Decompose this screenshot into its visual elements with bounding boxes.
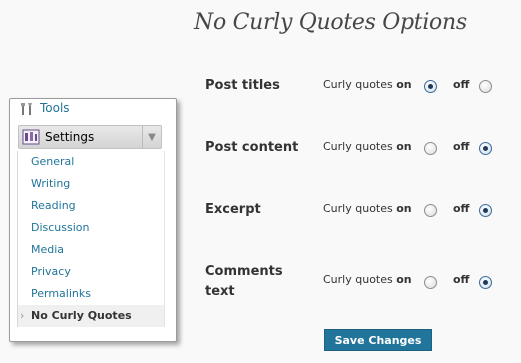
option-off-text-post-titles: off <box>453 78 470 91</box>
radio-excerpt-off[interactable] <box>479 204 492 217</box>
save-changes-button[interactable]: Save Changes <box>324 329 432 351</box>
option-label-excerpt: Excerpt <box>205 202 261 217</box>
submenu-item-no-curly-quotes-label: No Curly Quotes <box>31 309 132 322</box>
submenu-item-privacy[interactable]: Privacy <box>18 261 164 283</box>
radio-post-titles-on[interactable] <box>424 80 437 93</box>
option-label-comments-line2: text <box>205 284 235 299</box>
submenu-item-general[interactable]: General <box>18 151 164 173</box>
radio-post-content-off[interactable] <box>479 142 492 155</box>
option-on-prefix: Curly quotes <box>323 202 393 215</box>
option-label-post-content: Post content <box>205 140 299 155</box>
option-on-word: on <box>396 78 412 91</box>
current-page-marker-icon: › <box>20 309 25 322</box>
submenu-item-reading[interactable]: Reading <box>18 195 164 217</box>
option-label-post-titles: Post titles <box>205 78 280 93</box>
option-on-word: on <box>396 140 412 153</box>
option-on-text-post-titles: Curly quotes on <box>323 78 412 91</box>
option-on-word: on <box>396 202 412 215</box>
radio-post-titles-off[interactable] <box>479 80 492 93</box>
option-on-word: on <box>396 273 412 286</box>
menu-item-tools[interactable]: Tools <box>20 99 70 117</box>
submenu-item-no-curly-quotes[interactable]: › No Curly Quotes <box>18 305 164 327</box>
collapse-toggle-icon[interactable]: ▼ <box>142 126 161 148</box>
settings-icon <box>22 129 40 145</box>
submenu-item-discussion[interactable]: Discussion <box>18 217 164 239</box>
option-off-text-comments: off <box>453 273 470 286</box>
menu-item-settings-label: Settings <box>45 130 95 144</box>
radio-comments-off[interactable] <box>479 276 492 289</box>
option-on-text-comments: Curly quotes on <box>323 273 412 286</box>
option-on-prefix: Curly quotes <box>323 273 393 286</box>
option-label-comments-line1: Comments <box>205 264 283 279</box>
settings-submenu: General Writing Reading Discussion Media… <box>17 151 165 327</box>
option-off-text-post-content: off <box>453 140 470 153</box>
option-on-text-post-content: Curly quotes on <box>323 140 412 153</box>
option-on-prefix: Curly quotes <box>323 140 393 153</box>
option-on-text-excerpt: Curly quotes on <box>323 202 412 215</box>
option-off-text-excerpt: off <box>453 202 470 215</box>
menu-item-tools-label: Tools <box>40 101 70 115</box>
radio-comments-on[interactable] <box>424 276 437 289</box>
option-on-prefix: Curly quotes <box>323 78 393 91</box>
radio-post-content-on[interactable] <box>424 142 437 155</box>
page-title: No Curly Quotes Options <box>194 10 467 35</box>
menu-item-settings[interactable]: Settings ▼ <box>18 125 162 149</box>
submenu-item-permalinks[interactable]: Permalinks <box>18 283 164 305</box>
admin-menu: Tools Settings ▼ General Writing Reading… <box>9 98 177 342</box>
tools-icon <box>20 101 34 115</box>
submenu-item-media[interactable]: Media <box>18 239 164 261</box>
radio-excerpt-on[interactable] <box>424 204 437 217</box>
submenu-item-writing[interactable]: Writing <box>18 173 164 195</box>
